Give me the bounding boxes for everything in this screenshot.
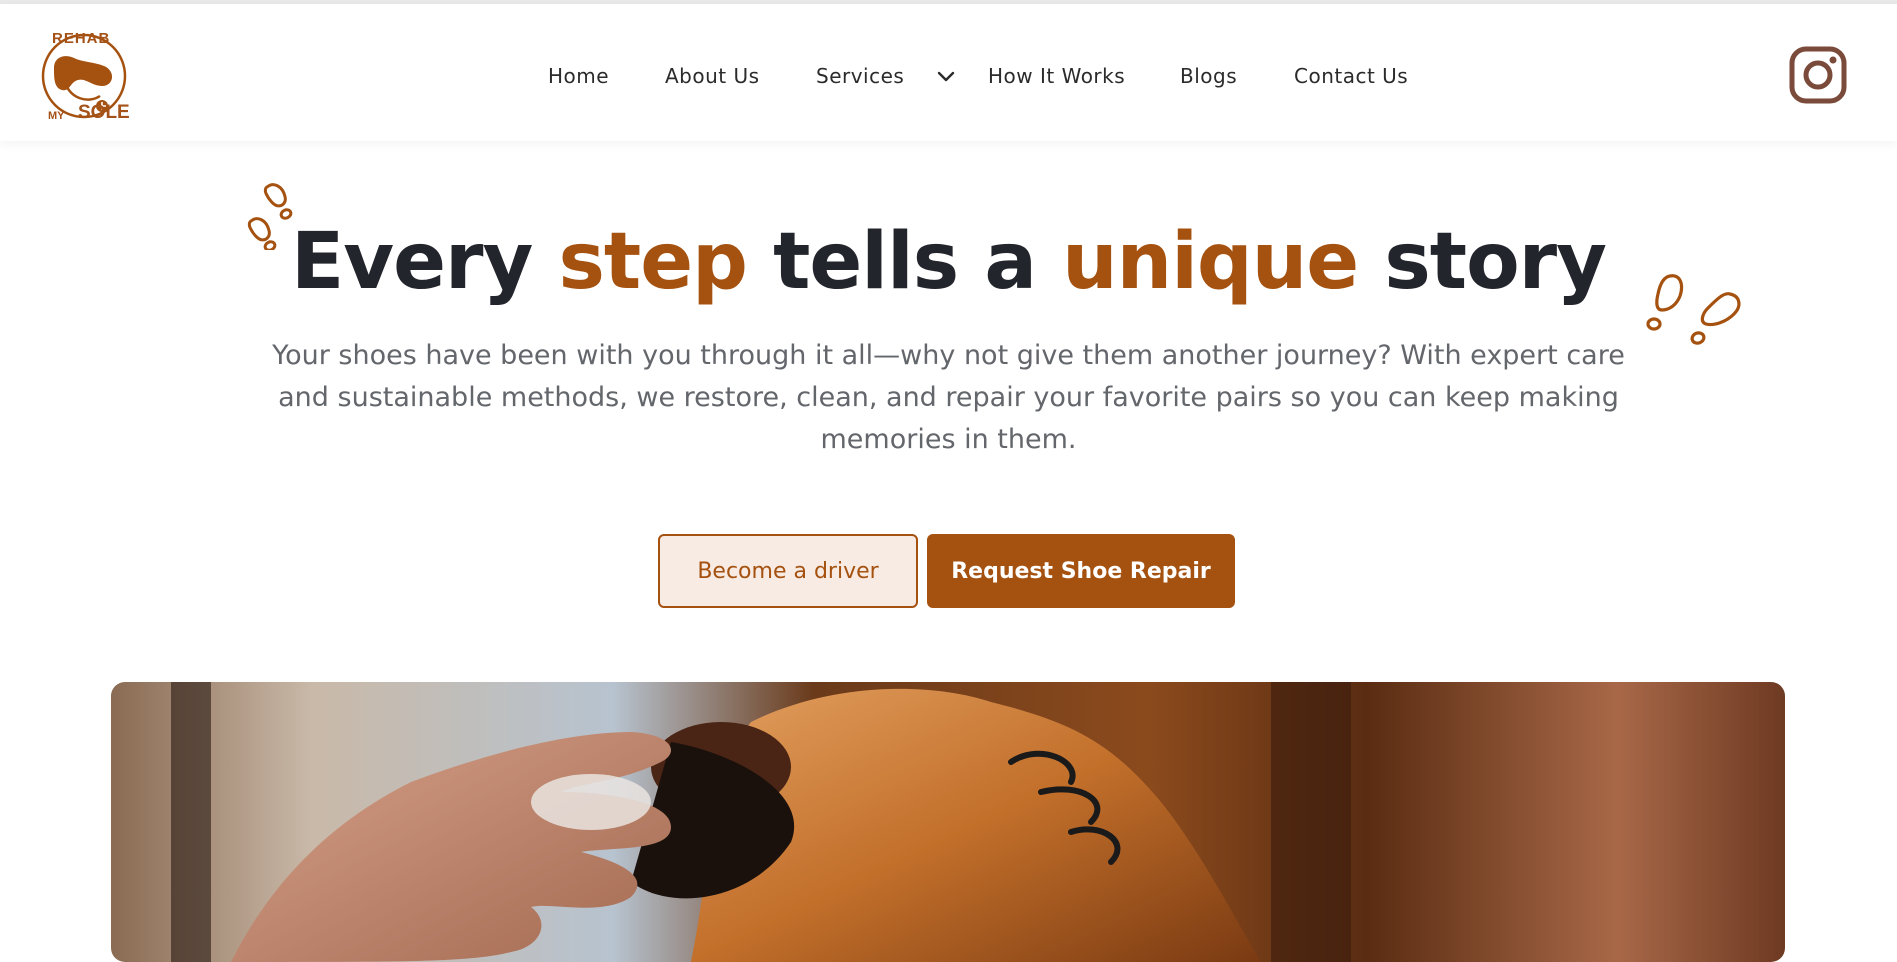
become-driver-button[interactable]: Become a driver — [658, 534, 918, 608]
shoe-polishing-photo — [111, 682, 1785, 962]
nav-contact-us[interactable]: Contact Us — [1294, 64, 1408, 88]
site-header: REHAB MY SOLE Home About Us Services How… — [0, 4, 1897, 141]
instagram-icon[interactable] — [1788, 45, 1848, 105]
request-shoe-repair-button[interactable]: Request Shoe Repair — [927, 534, 1235, 608]
nav-services[interactable]: Services — [816, 64, 904, 88]
hero-title-accent-unique: unique — [1062, 217, 1359, 307]
hero-subtitle: Your shoes have been with you through it… — [272, 340, 1625, 455]
nav-home[interactable]: Home — [548, 64, 609, 88]
hero-image — [111, 682, 1785, 962]
chevron-down-icon[interactable] — [935, 66, 957, 88]
hero-title-accent-step: step — [558, 217, 748, 307]
hero-title-part-5: story — [1358, 217, 1607, 307]
hero-title-part-3: tells a — [746, 217, 1063, 307]
hero-title-part-1: Every — [291, 217, 559, 307]
nav-about-us[interactable]: About Us — [665, 64, 760, 88]
hero-title: Every step tells a unique story — [0, 214, 1897, 310]
nav-blogs[interactable]: Blogs — [1180, 64, 1237, 88]
main-nav: Home About Us Services How It Works Blog… — [0, 4, 1897, 141]
nav-how-it-works[interactable]: How It Works — [988, 64, 1125, 88]
